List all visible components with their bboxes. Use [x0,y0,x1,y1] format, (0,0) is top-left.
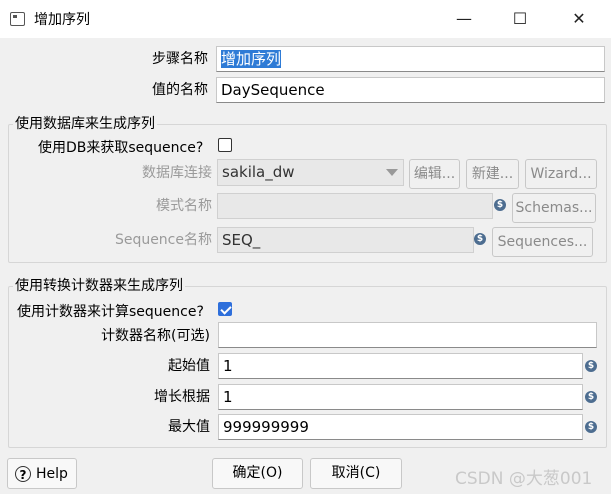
help-label: Help [36,466,68,482]
counter-name-input[interactable] [218,322,597,348]
value-name-input[interactable]: DaySequence [216,77,605,103]
step-name-label: 步骤名称 [152,51,208,67]
connection-select[interactable]: sakila_dw [217,159,404,186]
app-icon [10,12,25,26]
sequence-name-label: Sequence名称 [114,232,212,248]
minimize-button[interactable]: — [441,0,487,38]
edit-connection-button[interactable]: 编辑... [409,159,460,189]
watermark: CSDN @大葱001 [455,469,593,489]
value-name-label: 值的名称 [152,82,208,98]
schema-input[interactable] [217,193,493,219]
increment-label: 增长根据 [154,389,210,405]
window-title: 增加序列 [34,12,90,28]
db-group-title: 使用数据库来生成序列 [13,113,157,133]
help-button[interactable]: ? Help [7,458,77,489]
connection-label: 数据库连接 [142,165,212,181]
variable-icon: $ [585,360,597,372]
use-db-label: 使用DB来获取sequence? [38,140,204,156]
max-value-label: 最大值 [168,419,210,435]
schemas-button[interactable]: Schemas... [512,193,596,223]
new-connection-button[interactable]: 新建... [466,159,519,189]
maximize-button[interactable]: ☐ [497,0,543,38]
start-value-label: 起始值 [168,358,210,374]
step-name-input[interactable]: 增加序列 [216,46,605,72]
sequence-name-input[interactable]: SEQ_ [217,227,474,253]
schema-label: 模式名称 [156,198,212,214]
counter-group-title: 使用转换计数器来生成序列 [13,275,185,295]
ok-button[interactable]: 确定(O) [212,458,303,489]
counter-name-label: 计数器名称(可选) [101,328,210,344]
variable-icon: $ [585,391,597,403]
start-value-input[interactable]: 1 [218,353,583,379]
increment-input[interactable]: 1 [218,384,583,410]
chevron-down-icon [386,169,398,176]
variable-icon: $ [494,199,506,211]
cancel-button[interactable]: 取消(C) [310,458,402,489]
max-value-input[interactable]: 999999999 [218,414,583,440]
help-icon: ? [15,466,31,482]
variable-icon: $ [474,233,486,245]
wizard-button[interactable]: Wizard... [525,159,597,189]
use-db-checkbox[interactable] [218,138,232,152]
close-button[interactable]: ✕ [556,0,602,38]
use-counter-checkbox[interactable] [218,302,232,316]
sequences-button[interactable]: Sequences... [492,227,593,257]
use-counter-label: 使用计数器来计算sequence? [17,304,204,320]
variable-icon: $ [585,421,597,433]
